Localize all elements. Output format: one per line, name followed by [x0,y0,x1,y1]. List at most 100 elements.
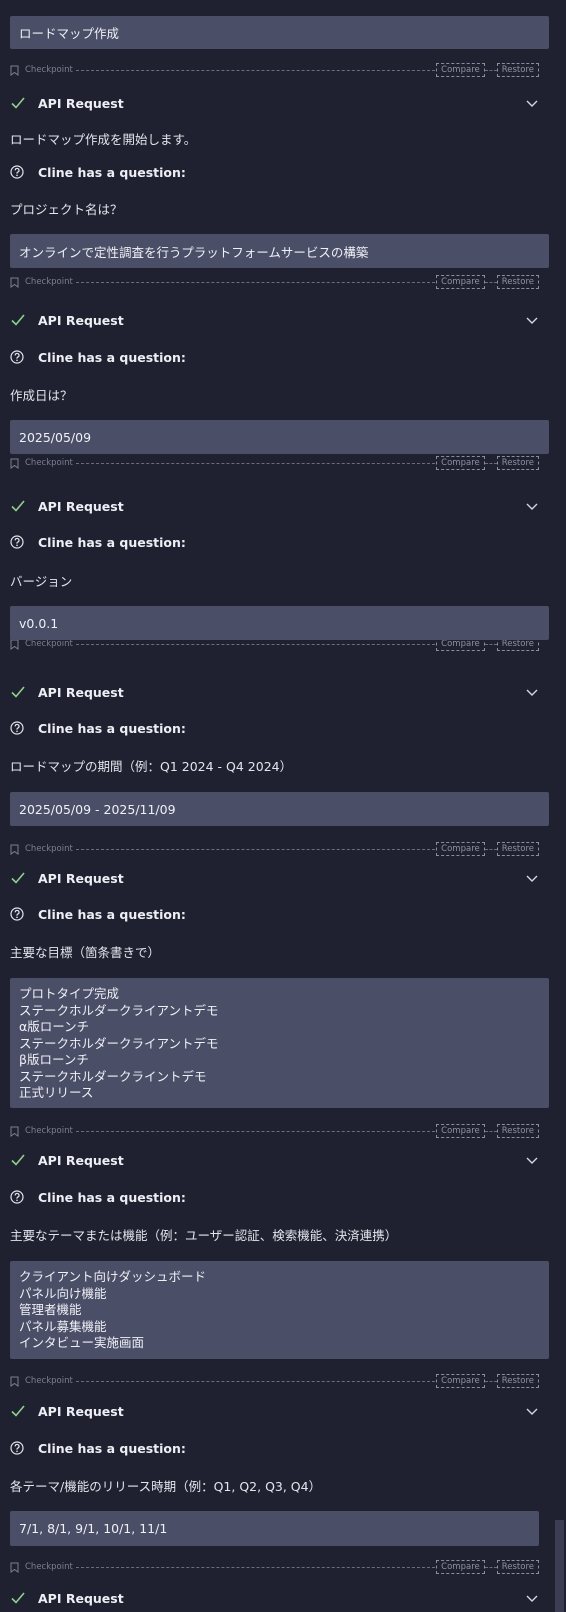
check-icon [10,684,26,700]
bookmark-icon [10,64,20,76]
checkpoint-label: Checkpoint [25,1376,73,1386]
user-message: ロードマップ作成 [10,16,549,49]
question-text: 主要な目標（箇条書きで） [10,945,161,960]
question-text: 作成日は？ [10,388,73,403]
answer-message: 2025/05/09 [10,420,549,454]
question-text: バージョン [10,574,73,589]
api-request-label: API Request [38,312,124,328]
compare-button[interactable]: Compare [436,275,485,289]
chevron-down-icon[interactable] [525,871,539,885]
answer-line: v0.0.1 [19,615,59,631]
question-text: プロジェクト名は？ [10,202,123,217]
answer-line: パネル募集機能 [19,1318,107,1334]
question-header: Cline has a question: [10,1438,186,1458]
divider [484,281,497,283]
check-icon [10,870,26,886]
compare-button[interactable]: Compare [436,1124,485,1138]
answer-line: ステークホルダークライアントデモ [19,1002,219,1018]
question-header: Cline has a question: [10,162,186,182]
restore-button[interactable]: Restore [496,63,539,77]
api-request-label: API Request [38,684,124,700]
divider [75,848,436,850]
chevron-down-icon[interactable] [525,96,539,110]
scrollbar-thumb[interactable] [555,1520,564,1612]
api-request-row[interactable]: API Request [10,682,549,702]
restore-button[interactable]: Restore [496,1374,539,1388]
divider [484,643,497,645]
divider [484,848,497,850]
compare-button[interactable]: Compare [436,842,485,856]
intro-text: ロードマップ作成を開始します。 [10,132,197,147]
restore-button[interactable]: Restore [496,1124,539,1138]
compare-button[interactable]: Compare [436,63,485,77]
api-request-row[interactable]: API Request [10,1401,549,1421]
question-circle-icon [10,906,26,922]
question-label: Cline has a question: [38,164,186,180]
api-request-label: API Request [38,870,124,886]
check-icon [10,95,26,111]
divider [75,1380,436,1382]
restore-button[interactable]: Restore [496,1560,539,1574]
answer-line: プロトタイプ完成 [19,986,120,1001]
divider [484,69,497,71]
question-text: ロードマップの期間（例：Q1 2024 - Q4 2024） [10,759,293,774]
chevron-down-icon[interactable] [525,685,539,699]
check-icon [10,498,26,514]
answer-line: ステークホルダークライントデモ [19,1068,207,1084]
api-request-label: API Request [38,1152,124,1168]
bookmark-icon [10,1561,20,1573]
question-circle-icon [10,534,26,550]
answer-line: パネル向け機能 [19,1285,107,1301]
question-label: Cline has a question: [38,349,186,365]
answer-line: α版ローンチ [19,1019,90,1034]
compare-button[interactable]: Compare [436,456,485,470]
restore-button[interactable]: Restore [496,456,539,470]
answer-line: 管理者機能 [19,1302,82,1317]
answer-line: 2025/05/09 - 2025/11/09 [19,801,176,817]
api-request-label: API Request [38,498,124,514]
answer-message: クライアント向けダッシュボード パネル向け機能 管理者機能 パネル募集機能 イン… [10,1261,549,1359]
api-request-row[interactable]: API Request [10,868,549,888]
api-request-row[interactable]: API Request [10,93,549,113]
api-request-row[interactable]: API Request [10,310,549,330]
chevron-down-icon[interactable] [525,499,539,513]
bookmark-icon [10,1375,20,1387]
compare-button[interactable]: Compare [436,1374,485,1388]
question-label: Cline has a question: [38,1440,186,1456]
api-request-row[interactable]: API Request [10,1150,549,1170]
chevron-down-icon[interactable] [525,1591,539,1605]
compare-button[interactable]: Compare [436,1560,485,1574]
api-request-label: API Request [38,1590,124,1606]
checkpoint-row: Checkpoint Compare Restore [10,842,539,856]
divider [484,1380,497,1382]
question-label: Cline has a question: [38,906,186,922]
checkpoint-label: Checkpoint [25,1126,73,1136]
check-icon [10,1590,26,1606]
chevron-down-icon[interactable] [525,313,539,327]
question-header: Cline has a question: [10,347,186,367]
divider [75,1130,436,1132]
api-request-row[interactable]: API Request [10,496,549,516]
restore-button[interactable]: Restore [496,275,539,289]
question-text: 各テーマ/機能のリリース時期（例：Q1, Q2, Q3, Q4） [10,1479,322,1494]
api-request-label: API Request [38,95,124,111]
checkpoint-label: Checkpoint [25,639,73,649]
checkpoint-row: Checkpoint Compare Restore [10,1374,539,1388]
divider [75,462,436,464]
checkpoint-label: Checkpoint [25,458,73,468]
checkpoint-row: Checkpoint Compare Restore [10,1124,539,1138]
checkpoint-row: Checkpoint Compare Restore [10,275,539,289]
chevron-down-icon[interactable] [525,1404,539,1418]
restore-button[interactable]: Restore [496,842,539,856]
checkpoint-label: Checkpoint [25,1562,73,1572]
answer-line: インタビュー実施画面 [19,1335,145,1350]
api-request-row[interactable]: API Request [10,1588,549,1608]
chevron-down-icon[interactable] [525,1153,539,1167]
divider [484,1566,497,1568]
question-header: Cline has a question: [10,1187,186,1207]
question-circle-icon [10,164,26,180]
check-icon [10,1152,26,1168]
api-request-label: API Request [38,1403,124,1419]
divider [75,69,436,71]
checkpoint-row: Checkpoint Compare Restore [10,63,539,77]
